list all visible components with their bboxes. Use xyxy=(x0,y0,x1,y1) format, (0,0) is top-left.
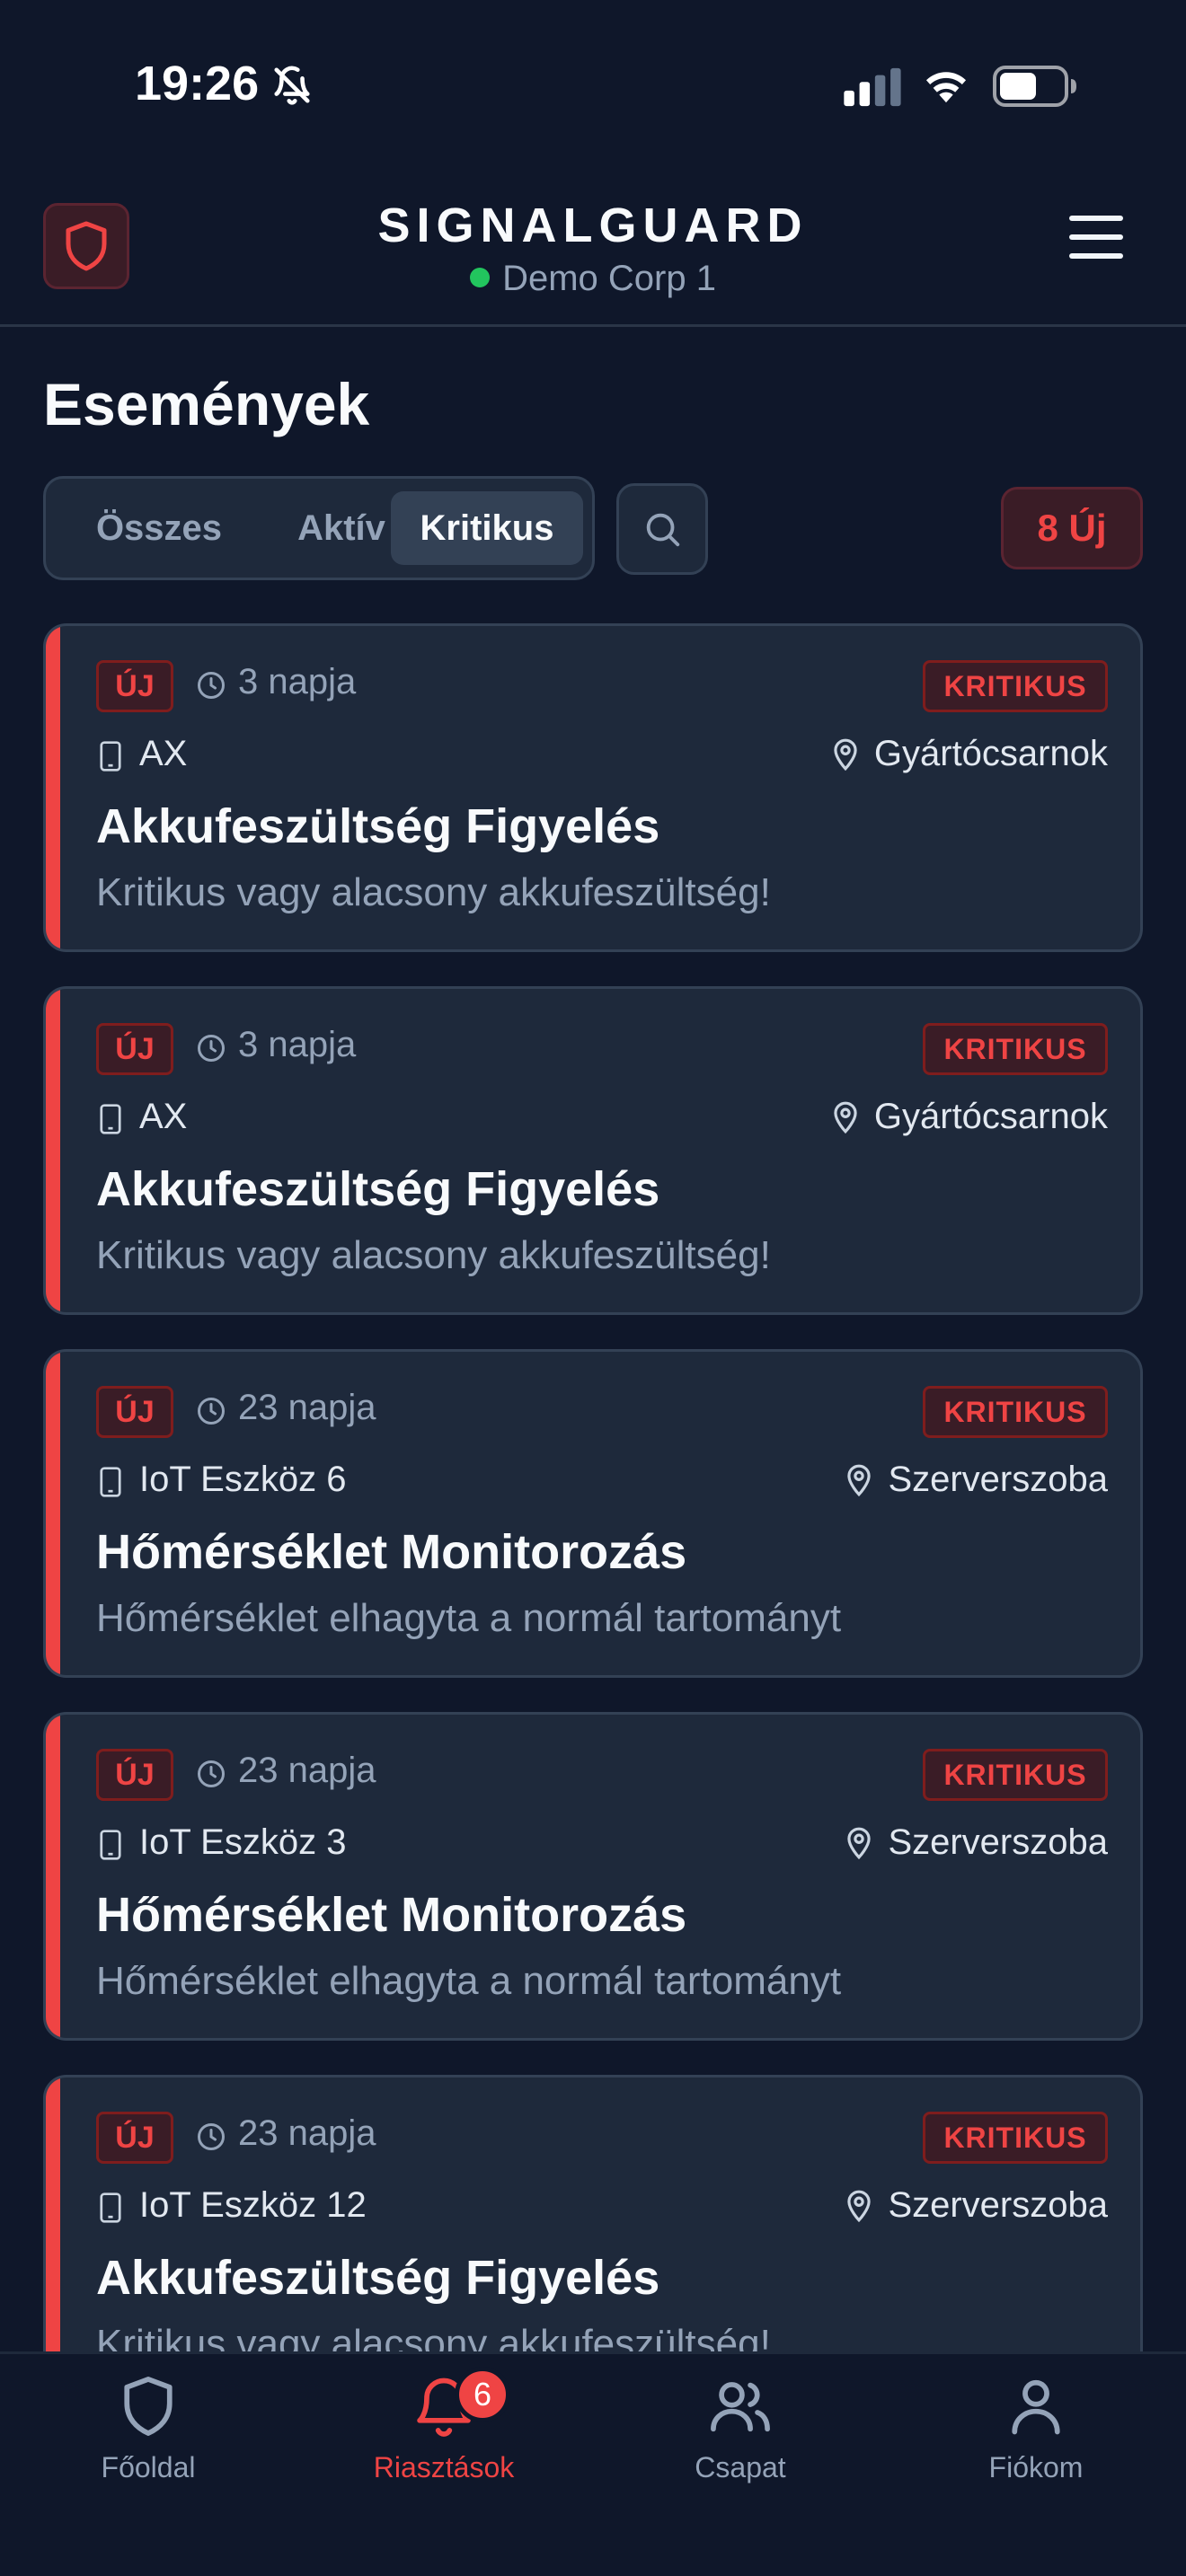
user-icon xyxy=(1012,2379,1060,2435)
location-name: Szerverszoba xyxy=(888,2185,1108,2225)
event-description: Hőmérséklet elhagyta a normál tartományt xyxy=(96,1959,842,2003)
event-title: Akkufeszültség Figyelés xyxy=(96,2251,660,2305)
shield-icon xyxy=(124,2377,173,2436)
new-badge: ÚJ xyxy=(96,1023,173,1075)
severity-stripe xyxy=(46,626,60,949)
clock-icon xyxy=(198,672,225,699)
map-pin-icon xyxy=(847,1464,872,1496)
bottom-navigation: Főoldal 6 Riasztások Csapat Fiókom xyxy=(0,2351,1186,2576)
nav-item-team[interactable]: Csapat xyxy=(633,2372,848,2484)
new-badge: ÚJ xyxy=(96,1749,173,1801)
search-button[interactable] xyxy=(616,483,708,575)
location-name: Gyártócsarnok xyxy=(873,1097,1108,1136)
clock-icon xyxy=(198,1398,225,1425)
device-name: AX xyxy=(139,1097,188,1136)
severity-badge: KRITIKUS xyxy=(923,1386,1108,1438)
device-icon xyxy=(100,1830,121,1860)
event-description: Kritikus vagy alacsony akkufeszültség! xyxy=(96,1233,771,1277)
nav-item-home[interactable]: Főoldal xyxy=(40,2372,256,2484)
new-badge: ÚJ xyxy=(96,2112,173,2164)
severity-stripe xyxy=(46,989,60,1312)
page-title: Események xyxy=(43,371,370,437)
severity-stripe xyxy=(46,1352,60,1675)
map-pin-icon xyxy=(834,1101,857,1134)
event-title: Hőmérséklet Monitorozás xyxy=(96,1525,687,1579)
hamburger-menu-icon[interactable] xyxy=(1069,216,1123,269)
device-icon xyxy=(100,741,121,772)
event-time: 23 napja xyxy=(238,2113,376,2153)
device-name: AX xyxy=(139,734,188,773)
event-description: Hőmérséklet elhagyta a normál tartományt xyxy=(96,1596,842,1640)
nav-label: Főoldal xyxy=(101,2451,196,2483)
map-pin-icon xyxy=(847,1827,872,1859)
tab-all[interactable]: Összes xyxy=(62,491,256,565)
severity-badge: KRITIKUS xyxy=(923,2112,1108,2164)
new-badge: ÚJ xyxy=(96,1386,173,1438)
event-description: Kritikus vagy alacsony akkufeszültség! xyxy=(96,870,771,914)
event-time: 3 napja xyxy=(238,662,357,701)
nav-item-account[interactable]: Fiókom xyxy=(928,2372,1144,2484)
app-header: SIGNALGUARD Demo Corp 1 xyxy=(0,171,1186,327)
event-time: 23 napja xyxy=(238,1388,376,1427)
app-title: SIGNALGUARD xyxy=(377,198,809,252)
device-icon xyxy=(100,2192,121,2223)
new-events-count[interactable]: 8 Új xyxy=(1001,487,1143,569)
severity-badge: KRITIKUS xyxy=(923,660,1108,712)
location-name: Gyártócsarnok xyxy=(873,734,1108,773)
event-time: 3 napja xyxy=(238,1025,357,1064)
device-icon xyxy=(100,1104,121,1134)
event-card[interactable]: ÚJ 23 napja KRITIKUS IoT Eszköz 12 Szerv… xyxy=(43,2075,1143,2351)
users-icon xyxy=(711,2382,770,2432)
event-list: ÚJ 3 napja KRITIKUS AX Gyártócsarnok Akk… xyxy=(43,623,1143,2351)
organization-selector[interactable]: Demo Corp 1 xyxy=(0,259,1186,299)
event-card[interactable]: ÚJ 3 napja KRITIKUS AX Gyártócsarnok Akk… xyxy=(43,986,1143,1315)
event-location: Szerverszoba xyxy=(845,2185,1108,2226)
event-title: Akkufeszültség Figyelés xyxy=(96,1162,660,1216)
event-time: 23 napja xyxy=(238,1751,376,1790)
location-name: Szerverszoba xyxy=(888,1822,1108,1862)
nav-item-alerts[interactable]: 6 Riasztások xyxy=(336,2367,552,2484)
cellular-signal-icon xyxy=(844,67,901,107)
clock-icon xyxy=(198,1760,225,1787)
severity-badge: KRITIKUS xyxy=(923,1023,1108,1075)
event-location: Gyártócsarnok xyxy=(831,734,1108,774)
device-name: IoT Eszköz 12 xyxy=(139,2185,367,2225)
status-time: 19:26 xyxy=(135,57,260,110)
map-pin-icon xyxy=(847,2190,872,2222)
device-name: IoT Eszköz 3 xyxy=(139,1822,347,1862)
nav-label: Fiókom xyxy=(988,2451,1084,2483)
event-title: Hőmérséklet Monitorozás xyxy=(96,1888,687,1942)
event-card[interactable]: ÚJ 23 napja KRITIKUS IoT Eszköz 6 Szerve… xyxy=(43,1349,1143,1678)
new-badge: ÚJ xyxy=(96,660,173,712)
severity-stripe xyxy=(46,1715,60,2038)
event-description: Kritikus vagy alacsony akkufeszültség! xyxy=(96,2322,771,2351)
alerts-count-badge: 6 xyxy=(455,2367,510,2422)
event-location: Szerverszoba xyxy=(845,1822,1108,1863)
wifi-icon xyxy=(925,72,967,103)
filter-tabs: Összes Aktív Kritikus xyxy=(43,476,595,580)
search-icon xyxy=(646,513,680,547)
device-icon xyxy=(100,1467,121,1497)
tab-critical[interactable]: Kritikus xyxy=(391,491,583,565)
organization-status-dot xyxy=(470,268,491,287)
location-name: Szerverszoba xyxy=(888,1460,1108,1499)
event-location: Gyártócsarnok xyxy=(831,1097,1108,1137)
nav-label: Csapat xyxy=(695,2451,786,2483)
organization-name: Demo Corp 1 xyxy=(502,259,716,298)
map-pin-icon xyxy=(834,738,857,771)
severity-badge: KRITIKUS xyxy=(923,1749,1108,1801)
event-card[interactable]: ÚJ 3 napja KRITIKUS AX Gyártócsarnok Akk… xyxy=(43,623,1143,952)
event-card[interactable]: ÚJ 23 napja KRITIKUS IoT Eszköz 3 Szerve… xyxy=(43,1712,1143,2041)
clock-icon xyxy=(198,2123,225,2150)
status-bar: 19:26 xyxy=(0,0,1186,171)
event-title: Akkufeszültség Figyelés xyxy=(96,799,660,853)
event-location: Szerverszoba xyxy=(845,1460,1108,1500)
device-name: IoT Eszköz 6 xyxy=(139,1460,347,1499)
nav-label: Riasztások xyxy=(373,2451,515,2483)
battery-icon xyxy=(993,66,1076,107)
severity-stripe xyxy=(46,2078,60,2351)
clock-icon xyxy=(198,1035,225,1062)
bell-slash-icon xyxy=(274,66,310,105)
